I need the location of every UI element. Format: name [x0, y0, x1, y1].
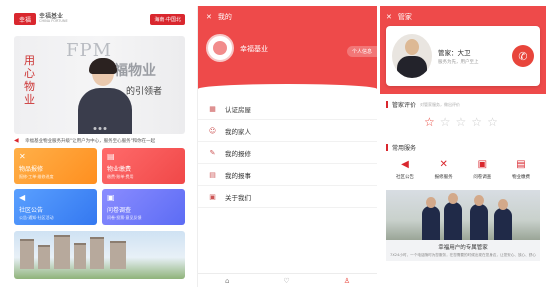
info-icon: ▣ — [209, 192, 216, 201]
service-announcement[interactable]: ◀ 社区公告 — [388, 158, 422, 180]
star-icon[interactable]: ☆ — [424, 115, 435, 129]
star-rating[interactable]: ☆ ☆ ☆ ☆ ☆ — [380, 111, 546, 137]
profile-menu: ▦ 认证房屋 ☺ 我的家人 ✎ 我的报修 ▤ 我的报事 ▣ 关于我们 — [198, 94, 377, 212]
photo-caption: 幸福用户的专属管家 7X24小时，一个电话随时为您服务，在您需要的时候出现在您身… — [386, 240, 540, 261]
clipboard-icon: ▣ — [477, 159, 488, 170]
butler-header: ✕ 管家 管家：大卫 服务为先，用户至上 ✆ — [380, 6, 546, 94]
phone-icon: ✆ — [518, 49, 528, 63]
tile-repair[interactable]: ✕ 物品报修 报修·工单·维修进度 — [14, 148, 97, 184]
manager-name: 管家：大卫 — [438, 49, 471, 57]
logo-subtitle: CHINA FORTUNE — [39, 19, 68, 24]
promo-banner[interactable]: FPM 幸福物业 用心 物业 的引领者 — [14, 36, 185, 134]
house-icon: ▦ — [209, 104, 216, 113]
manager-subtitle: 服务为先，用户至上 — [438, 60, 479, 65]
avatar[interactable] — [206, 34, 234, 62]
app-logo: 幸福 幸福基业 CHINA FORTUNE — [14, 13, 68, 25]
close-icon[interactable]: ✕ — [386, 13, 392, 21]
banner-vertical-text: 用心 物业 — [24, 54, 35, 106]
tile-announcement[interactable]: ◀ 社区公告 公告·通知·社区活动 — [14, 189, 97, 225]
rating-section-title: 管家评价 对管家服务，做出评价 — [380, 94, 546, 111]
logo-mark: 幸福 — [14, 13, 36, 25]
service-tiles: ✕ 物品报修 报修·工单·维修进度 ▤ 物业缴费 缴费·账单·费用 ◀ 社区公告… — [14, 148, 185, 225]
megaphone-icon: ◀ — [401, 159, 409, 170]
star-icon[interactable]: ☆ — [487, 115, 498, 129]
tools-icon: ✕ — [19, 152, 26, 161]
butler-photo — [386, 190, 540, 240]
heart-tab-icon[interactable]: ♡ — [283, 277, 289, 285]
speaker-icon: ◀ — [14, 137, 19, 144]
notice-bar[interactable]: ◀ 幸福基业物业服务升级"让用户为中心，服务至心服务"和你在一起 — [14, 137, 185, 145]
butler-screen: ✕ 管家 管家：大卫 服务为先，用户至上 ✆ 管家评价 对管家服务，做出评价 ☆… — [380, 6, 546, 287]
menu-item-verify-house[interactable]: ▦ 认证房屋 — [198, 98, 377, 120]
rating-hint: 对管家服务，做出评价 — [420, 101, 461, 107]
home-screen: 幸福 幸福基业 CHINA FORTUNE 海南·中国北 FPM 幸福物业 用心… — [8, 6, 191, 287]
services-row: ◀ 社区公告 ✕ 报修服务 ▣ 问卷调查 ▤ 物业缴费 — [380, 154, 546, 184]
report-icon: ▤ — [209, 170, 216, 179]
profile-screen: ✕ 我的 幸福基业 个人信息 ▦ 认证房屋 ☺ 我的家人 ✎ 我的报修 ▤ 我的报事 ▣… — [197, 6, 377, 287]
page-title: 我的 — [217, 13, 232, 21]
menu-item-family[interactable]: ☺ 我的家人 — [198, 120, 377, 142]
tile-payment[interactable]: ▤ 物业缴费 缴费·账单·费用 — [102, 148, 185, 184]
call-button[interactable]: ✆ — [512, 45, 534, 67]
community-photo — [14, 231, 185, 279]
tile-survey[interactable]: ▣ 问卷调查 问卷·投票·意见反馈 — [102, 189, 185, 225]
manager-photo — [392, 34, 432, 78]
home-top-bar: 幸福 幸福基业 CHINA FORTUNE 海南·中国北 — [8, 6, 191, 32]
clipboard-icon: ▣ — [107, 193, 115, 202]
personal-info-button[interactable]: 个人信息 — [346, 46, 377, 57]
notice-text: 幸福基业物业服务升级"让用户为中心，服务至心服务"和你在一起 — [25, 139, 156, 144]
star-icon[interactable]: ☆ — [471, 115, 482, 129]
manager-card: 管家：大卫 服务为先，用户至上 ✆ — [386, 26, 540, 86]
menu-item-repairs[interactable]: ✎ 我的报修 — [198, 142, 377, 164]
location-button[interactable]: 海南·中国北 — [150, 13, 185, 25]
service-survey[interactable]: ▣ 问卷调查 — [465, 158, 499, 180]
caption-title: 幸福用户的专属管家 — [438, 245, 488, 251]
user-tab-icon[interactable]: ♙ — [344, 277, 350, 285]
service-payment[interactable]: ▤ 物业缴费 — [504, 158, 538, 180]
bill-icon: ▤ — [107, 152, 115, 161]
star-icon[interactable]: ☆ — [456, 115, 467, 129]
star-icon[interactable]: ☆ — [440, 115, 451, 129]
banner-slogan: 的引领者 — [126, 87, 163, 97]
bill-icon: ▤ — [516, 159, 526, 170]
megaphone-icon: ◀ — [19, 193, 26, 202]
page-title: 管家 — [397, 13, 412, 21]
carousel-dots[interactable] — [93, 127, 106, 130]
user-name: 幸福基业 — [240, 45, 268, 53]
wrench-icon: ✎ — [209, 148, 216, 157]
service-repair[interactable]: ✕ 报修服务 — [427, 158, 461, 180]
caption-text: 7X24小时，一个电话随时为您服务，在您需要的时候出现在您身边，让您安心、放心、… — [390, 253, 536, 257]
menu-item-reports[interactable]: ▤ 我的报事 — [198, 164, 377, 186]
home-tab-icon[interactable]: ⌂ — [225, 277, 229, 285]
close-icon[interactable]: ✕ — [206, 13, 212, 21]
tools-icon: ✕ — [439, 159, 448, 170]
services-section-title: 常用服务 — [380, 137, 546, 154]
menu-item-about[interactable]: ▣ 关于我们 — [198, 186, 377, 208]
family-icon: ☺ — [208, 126, 217, 135]
profile-header: ✕ 我的 幸福基业 个人信息 — [198, 6, 377, 94]
bottom-tab-bar: ⌂ ♡ ♙ — [198, 273, 377, 287]
